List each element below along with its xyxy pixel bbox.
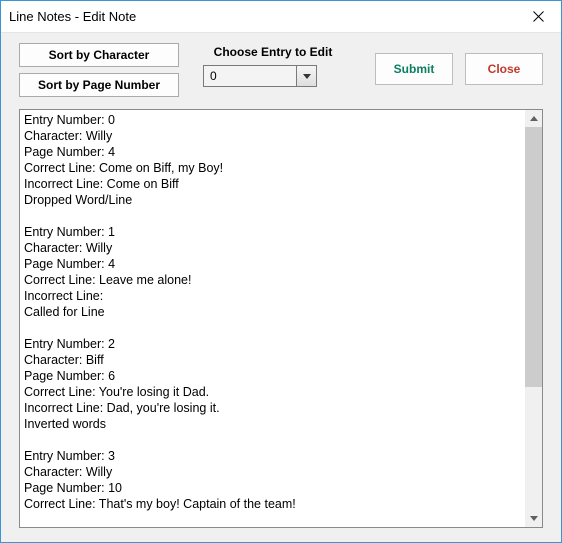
controls-row: Sort by Character Sort by Page Number Ch… <box>1 33 561 105</box>
scroll-track[interactable] <box>525 127 542 510</box>
chevron-down-icon <box>303 74 311 79</box>
close-button[interactable]: Close <box>465 53 543 85</box>
dialog-window: Line Notes - Edit Note Sort by Character… <box>0 0 562 543</box>
choose-entry-group: Choose Entry to Edit 0 <box>203 43 343 87</box>
sort-by-character-button[interactable]: Sort by Character <box>19 43 179 67</box>
titlebar: Line Notes - Edit Note <box>1 1 561 33</box>
choose-entry-dropdown-button[interactable] <box>296 66 316 86</box>
choose-entry-value: 0 <box>204 66 296 86</box>
close-icon <box>533 11 544 22</box>
action-buttons-group: Submit Close <box>375 43 543 85</box>
sort-buttons-group: Sort by Character Sort by Page Number <box>19 43 179 97</box>
entries-textarea[interactable]: Entry Number: 0 Character: Willy Page Nu… <box>19 109 543 528</box>
scroll-down-button[interactable] <box>525 510 542 527</box>
sort-by-page-button[interactable]: Sort by Page Number <box>19 73 179 97</box>
choose-entry-label: Choose Entry to Edit <box>203 45 343 59</box>
chevron-down-icon <box>530 516 538 521</box>
submit-button[interactable]: Submit <box>375 53 453 85</box>
scroll-up-button[interactable] <box>525 110 542 127</box>
window-title: Line Notes - Edit Note <box>9 9 515 24</box>
window-close-button[interactable] <box>515 1 561 33</box>
scroll-thumb[interactable] <box>525 127 542 387</box>
entries-text-content: Entry Number: 0 Character: Willy Page Nu… <box>20 110 525 527</box>
vertical-scrollbar[interactable] <box>525 110 542 527</box>
chevron-up-icon <box>530 116 538 121</box>
choose-entry-combobox[interactable]: 0 <box>203 65 317 87</box>
